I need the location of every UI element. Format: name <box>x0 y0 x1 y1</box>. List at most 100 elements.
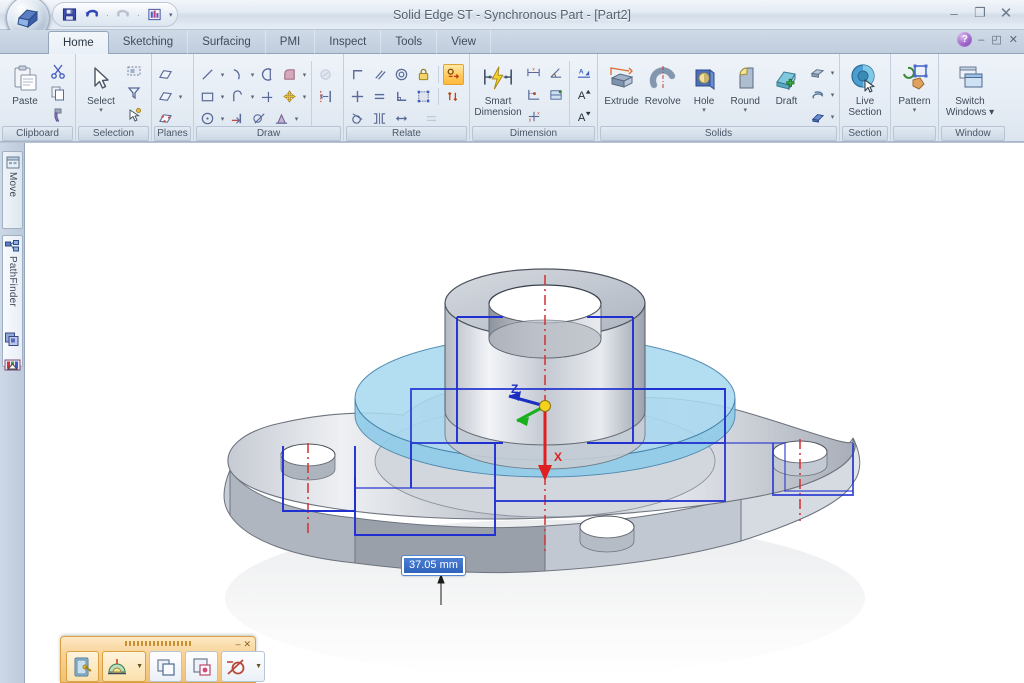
window-restore-button[interactable]: ❐ <box>968 3 992 23</box>
arc-arrow[interactable]: ▾ <box>249 71 256 79</box>
parallel-button[interactable] <box>369 64 390 85</box>
maintain-relationships-button[interactable] <box>443 64 464 85</box>
parallel-plane-button[interactable] <box>155 86 176 107</box>
command-bar-grip[interactable] <box>125 641 191 646</box>
tab-view[interactable]: View <box>437 30 491 54</box>
window-minimize-button[interactable]: – <box>942 3 966 23</box>
document-restore-button[interactable]: ◰ <box>990 33 1002 46</box>
properties-button[interactable] <box>144 5 164 25</box>
redo-button[interactable] <box>113 5 133 25</box>
rectangle-arrow[interactable]: ▾ <box>219 93 226 101</box>
thin-wall-arrow[interactable]: ▾ <box>829 69 836 77</box>
dimension-prefix-button[interactable]: A <box>573 62 594 83</box>
trim-button[interactable] <box>257 86 278 107</box>
sketch-view-button[interactable]: ▼ <box>102 651 146 682</box>
qat-customize-button[interactable]: ▾ <box>167 11 173 19</box>
dimension-tool-button[interactable]: ▼ <box>221 651 265 682</box>
document-minimize-button[interactable]: – <box>977 34 985 46</box>
angle-between-button[interactable] <box>545 62 566 83</box>
select-similar-button[interactable] <box>123 104 144 125</box>
tab-inspect[interactable]: Inspect <box>315 30 382 54</box>
dimension-callout[interactable]: 37.05 mm <box>401 555 466 576</box>
sweep-button[interactable] <box>807 106 828 127</box>
line-button[interactable] <box>197 64 218 85</box>
tangent-arc-button[interactable] <box>227 86 248 107</box>
lock-button[interactable] <box>413 64 434 85</box>
symmetric-diameter-button[interactable] <box>545 84 566 105</box>
extrude-button[interactable]: Extrude <box>601 59 642 123</box>
copy-button[interactable] <box>47 82 68 103</box>
help-icon[interactable]: ? <box>957 32 973 47</box>
parallel-plane-arrow[interactable]: ▾ <box>177 93 184 101</box>
dimension-axis-button[interactable]: x y <box>523 106 544 127</box>
fillet-arrow[interactable]: ▾ <box>301 71 308 79</box>
select-dropdown-arrow[interactable]: ▾ <box>99 107 103 114</box>
pattern-dropdown-arrow[interactable]: ▾ <box>913 107 917 114</box>
perpendicular-button[interactable] <box>391 86 412 107</box>
select-tool-button[interactable] <box>66 651 99 682</box>
tab-surfacing[interactable]: Surfacing <box>188 30 266 54</box>
font-decrease-button[interactable]: A <box>573 106 594 127</box>
tab-tools[interactable]: Tools <box>381 30 438 54</box>
fillet-button[interactable] <box>279 64 300 85</box>
tab-pmi[interactable]: PMI <box>266 30 316 54</box>
sidebar-item-move[interactable]: Move <box>2 151 23 229</box>
move-entity-arrow[interactable]: ▾ <box>301 93 308 101</box>
move-entity-button[interactable] <box>279 86 300 107</box>
round-button[interactable]: Round ▾ <box>725 59 766 123</box>
sidebar-item-sensors[interactable] <box>4 357 21 374</box>
command-bar-minimize-button[interactable]: – <box>235 639 240 650</box>
sketch-view-dropdown-arrow[interactable]: ▼ <box>136 663 143 670</box>
font-increase-button[interactable]: A <box>573 84 594 105</box>
concentric-button[interactable] <box>391 64 412 85</box>
hole-dropdown-arrow[interactable]: ▾ <box>702 107 706 114</box>
curve-button[interactable] <box>257 64 278 85</box>
coordinate-dimension-button[interactable] <box>523 84 544 105</box>
window-close-button[interactable]: ✕ <box>994 3 1018 23</box>
undo-button[interactable] <box>82 5 102 25</box>
relationship-handles-button[interactable] <box>413 86 434 107</box>
revolve-button[interactable]: Revolve <box>642 59 683 123</box>
connect-button[interactable] <box>347 64 368 85</box>
coincident-plane-button[interactable] <box>155 64 176 85</box>
select-window-button[interactable] <box>123 60 144 81</box>
symmetry-map-button[interactable] <box>315 86 336 107</box>
select-filter-button[interactable] <box>123 82 144 103</box>
copy-sketch-button[interactable] <box>149 651 182 682</box>
document-close-button[interactable]: ✕ <box>1008 33 1019 46</box>
circle-arrow[interactable]: ▾ <box>219 115 226 123</box>
switch-windows-button[interactable]: Switch Windows ▾ <box>942 59 998 123</box>
horizontal-vertical-button[interactable] <box>347 86 368 107</box>
draft-button[interactable]: Draft <box>766 59 807 123</box>
hole-button[interactable]: Hole ▾ <box>683 59 724 123</box>
paste-button[interactable]: Paste <box>3 59 47 123</box>
live-section-button[interactable]: Live Section <box>843 59 887 123</box>
tangent-arc-arrow[interactable]: ▾ <box>249 93 256 101</box>
cut-button[interactable] <box>47 60 68 81</box>
save-button[interactable] <box>59 5 79 25</box>
live-rules-button[interactable] <box>443 86 464 107</box>
select-button[interactable]: Select ▾ <box>79 59 123 123</box>
viewport-3d[interactable]: Z X 37.05 mm <box>25 143 1024 683</box>
thin-wall-button[interactable] <box>807 62 828 83</box>
sweep-arrow[interactable]: ▾ <box>829 113 836 121</box>
region-button[interactable] <box>315 64 336 85</box>
tab-sketching[interactable]: Sketching <box>109 30 189 54</box>
command-bar-close-button[interactable]: ✕ <box>243 639 251 650</box>
sidebar-item-layers[interactable] <box>4 331 21 348</box>
dimension-tool-dropdown-arrow[interactable]: ▼ <box>255 663 262 670</box>
tab-home[interactable]: Home <box>48 31 109 54</box>
helix-arrow[interactable]: ▾ <box>829 91 836 99</box>
format-painter-button[interactable] <box>47 104 68 125</box>
equal-button[interactable] <box>369 86 390 107</box>
line-arrow[interactable]: ▾ <box>219 71 226 79</box>
pattern-button[interactable]: Pattern ▾ <box>894 59 935 123</box>
smart-dimension-button[interactable]: Smart Dimension <box>473 59 523 123</box>
paste-sketch-button[interactable] <box>185 651 218 682</box>
distance-between-button[interactable]: x <box>523 62 544 83</box>
arc-button[interactable] <box>227 64 248 85</box>
rectangle-button[interactable] <box>197 86 218 107</box>
project-curve-arrow[interactable]: ▾ <box>293 115 300 123</box>
round-dropdown-arrow[interactable]: ▾ <box>743 107 747 114</box>
helix-button[interactable] <box>807 84 828 105</box>
